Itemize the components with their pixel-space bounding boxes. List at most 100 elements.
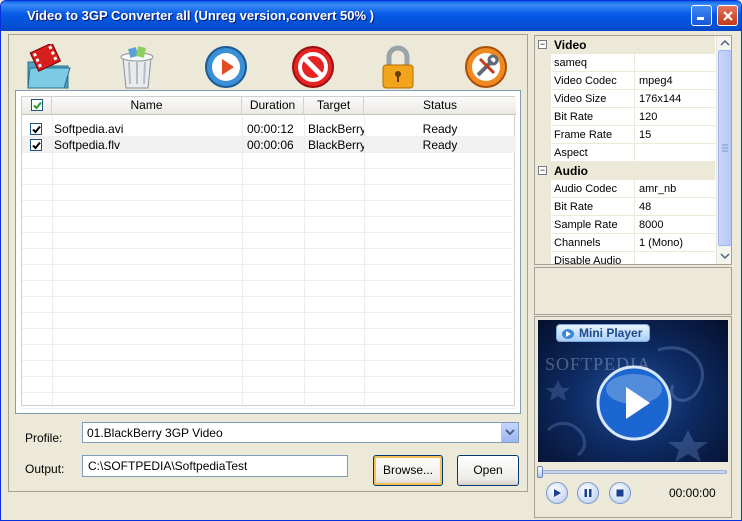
scroll-down-icon[interactable] <box>718 250 732 262</box>
stop-button[interactable] <box>288 42 338 92</box>
stop-icon <box>292 46 334 88</box>
grid-line <box>22 280 516 281</box>
property-value[interactable]: mpeg4 <box>636 72 715 90</box>
grid-line <box>22 392 516 393</box>
property-list: − Video sameq Video Codec mpeg4 Video Siz… <box>535 36 715 264</box>
column-separator <box>242 115 243 407</box>
stop-playback-button[interactable] <box>609 482 631 504</box>
chevron-down-icon <box>505 429 515 436</box>
property-row[interactable]: Disable Audio <box>535 252 715 264</box>
collapse-icon[interactable]: − <box>538 166 547 175</box>
property-scrollbar[interactable] <box>716 36 732 264</box>
property-value[interactable]: amr_nb <box>636 180 715 198</box>
file-list-table[interactable]: Name Duration Target Status Softpedia.av… <box>21 96 516 409</box>
trash-icon <box>120 46 154 89</box>
gutter <box>535 54 551 72</box>
register-button[interactable] <box>373 42 423 92</box>
convert-button[interactable] <box>201 42 251 92</box>
category-video[interactable]: − Video <box>535 36 715 54</box>
grid-line <box>22 216 516 217</box>
column-header-duration[interactable]: Duration <box>242 97 304 115</box>
settings-button[interactable] <box>461 42 511 92</box>
property-value[interactable] <box>636 252 715 264</box>
minimize-button[interactable] <box>691 5 712 26</box>
property-row[interactable]: Audio Codec amr_nb <box>535 180 715 198</box>
delete-button[interactable] <box>112 42 162 92</box>
output-path-field[interactable]: C:\SOFTPEDIA\SoftpediaTest <box>82 455 348 477</box>
property-row[interactable]: Sample Rate 8000 <box>535 216 715 234</box>
row-checkbox[interactable] <box>30 139 42 151</box>
select-all-checkbox[interactable] <box>31 99 43 111</box>
mini-player: Mini Player SOFTPEDIA 00:00:00 <box>534 316 732 518</box>
browse-button[interactable]: Browse... <box>373 455 443 486</box>
dropdown-arrow-button[interactable] <box>501 423 518 442</box>
property-row[interactable]: Video Codec mpeg4 <box>535 72 715 90</box>
row-check-cell[interactable] <box>22 121 52 137</box>
property-row[interactable]: Video Size 176x144 <box>535 90 715 108</box>
property-row[interactable]: Bit Rate 48 <box>535 198 715 216</box>
property-name: Channels <box>551 234 635 252</box>
add-video-button[interactable] <box>23 42 73 92</box>
main-panel: Name Duration Target Status Softpedia.av… <box>8 34 528 492</box>
pause-icon <box>584 489 592 497</box>
app-window: Video to 3GP Converter all (Unreg versio… <box>0 0 742 521</box>
property-row[interactable]: sameq <box>535 54 715 72</box>
property-grid[interactable]: − Video sameq Video Codec mpeg4 Video Siz… <box>534 35 732 265</box>
profile-value: 01.BlackBerry 3GP Video <box>87 426 223 440</box>
property-value[interactable]: 48 <box>636 198 715 216</box>
table-row[interactable]: Softpedia.avi 00:00:12 BlackBerry Ready <box>22 121 516 137</box>
seek-bar[interactable] <box>539 470 727 474</box>
pause-button[interactable] <box>577 482 599 504</box>
open-button[interactable]: Open <box>457 455 519 486</box>
playback-time: 00:00:00 <box>669 486 716 500</box>
video-preview[interactable]: Mini Player SOFTPEDIA <box>538 320 728 462</box>
property-description-pane <box>534 267 732 315</box>
profile-dropdown[interactable]: 01.BlackBerry 3GP Video <box>82 422 519 443</box>
big-play-icon[interactable] <box>596 365 672 441</box>
seek-handle[interactable] <box>537 466 543 478</box>
grid-line <box>22 344 516 345</box>
grid-line <box>22 168 516 169</box>
play-icon <box>554 489 561 497</box>
play-button[interactable] <box>546 482 568 504</box>
property-value[interactable] <box>636 144 715 162</box>
row-check-cell[interactable] <box>22 137 52 153</box>
property-name: Bit Rate <box>551 108 635 126</box>
property-name: Sample Rate <box>551 216 635 234</box>
file-target: BlackBerry <box>308 122 364 136</box>
output-label: Output: <box>25 462 65 476</box>
scroll-thumb[interactable] <box>718 50 731 246</box>
property-value[interactable]: 1 (Mono) <box>636 234 715 252</box>
property-value[interactable] <box>636 54 715 72</box>
table-row[interactable]: Softpedia.flv 00:00:06 BlackBerry Ready <box>22 137 516 153</box>
property-row[interactable]: Aspect <box>535 144 715 162</box>
column-header-name[interactable]: Name <box>52 97 242 115</box>
scroll-up-icon[interactable] <box>718 37 732 49</box>
grid-line <box>22 264 516 265</box>
collapse-icon[interactable]: − <box>538 40 547 49</box>
select-all-column[interactable] <box>22 97 52 115</box>
title-bar[interactable]: Video to 3GP Converter all (Unreg versio… <box>1 1 741 31</box>
property-value[interactable]: 15 <box>636 126 715 144</box>
row-checkbox[interactable] <box>30 123 42 135</box>
category-label: Video <box>551 36 715 54</box>
property-row[interactable]: Channels 1 (Mono) <box>535 234 715 252</box>
column-separator <box>364 115 365 407</box>
property-name: Disable Audio <box>551 252 635 264</box>
property-row[interactable]: Frame Rate 15 <box>535 126 715 144</box>
column-header-target[interactable]: Target <box>304 97 364 115</box>
add-video-icon <box>27 44 71 89</box>
property-value[interactable]: 8000 <box>636 216 715 234</box>
checkmark-icon <box>32 101 42 109</box>
column-header-status[interactable]: Status <box>364 97 516 115</box>
property-value[interactable]: 176x144 <box>636 90 715 108</box>
category-audio[interactable]: − Audio <box>535 162 715 180</box>
gutter: − <box>535 162 551 180</box>
grid-line <box>22 152 516 153</box>
gutter <box>535 216 551 234</box>
close-button[interactable] <box>717 5 738 26</box>
gutter <box>535 90 551 108</box>
property-value[interactable]: 120 <box>636 108 715 126</box>
column-separator <box>304 115 305 407</box>
property-row[interactable]: Bit Rate 120 <box>535 108 715 126</box>
